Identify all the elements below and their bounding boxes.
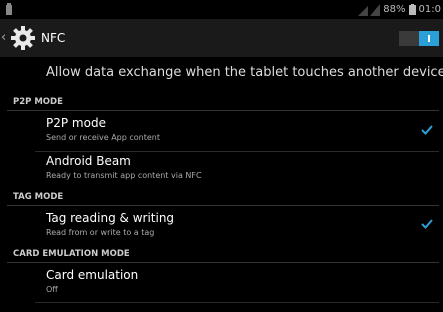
status-icons: 88% 01:0	[358, 2, 441, 17]
setting-item-card-emulation[interactable]: Card emulation Off	[0, 268, 443, 304]
tag-reading-checkbox-icon[interactable]	[421, 219, 433, 229]
section-divider	[7, 205, 439, 206]
item-title: P2P mode	[46, 116, 106, 130]
notification-icon	[6, 3, 12, 15]
toggle-thumb	[419, 31, 439, 46]
settings-gear-icon[interactable]	[10, 25, 36, 51]
back-chevron-icon[interactable]: ‹	[1, 30, 6, 46]
item-title: Android Beam	[46, 154, 131, 168]
setting-item-android-beam[interactable]: Android Beam Ready to transmit app conte…	[0, 154, 443, 190]
signal-icon	[358, 3, 381, 16]
setting-item-p2p-mode[interactable]: P2P mode Send or receive App content	[0, 116, 443, 152]
page-title: NFC	[41, 31, 66, 45]
clock: 01:0	[418, 4, 441, 15]
setting-item-tag-reading[interactable]: Tag reading & writing Read from or write…	[0, 211, 443, 247]
item-divider	[35, 302, 439, 303]
item-subtitle: Off	[46, 285, 58, 294]
section-divider	[7, 110, 439, 111]
action-bar: ‹ NFC	[0, 19, 443, 57]
item-subtitle: Read from or write to a tag	[46, 228, 155, 237]
nfc-description: Allow data exchange when the tablet touc…	[46, 65, 443, 80]
battery-percent: 88%	[383, 4, 406, 15]
p2p-mode-checkbox-icon[interactable]	[421, 125, 433, 135]
section-divider	[7, 262, 439, 263]
section-header-p2p: P2P MODE	[13, 97, 63, 107]
nfc-toggle[interactable]	[399, 31, 439, 46]
status-bar: 88% 01:0	[0, 0, 443, 19]
item-title: Card emulation	[46, 268, 139, 282]
battery-icon	[408, 4, 416, 15]
item-subtitle: Ready to transmit app content via NFC	[46, 171, 202, 180]
section-header-tag: TAG MODE	[13, 192, 64, 202]
section-header-card-emulation: CARD EMULATION MODE	[13, 249, 130, 259]
item-divider	[35, 151, 439, 152]
item-subtitle: Send or receive App content	[46, 133, 160, 142]
item-title: Tag reading & writing	[46, 211, 175, 225]
